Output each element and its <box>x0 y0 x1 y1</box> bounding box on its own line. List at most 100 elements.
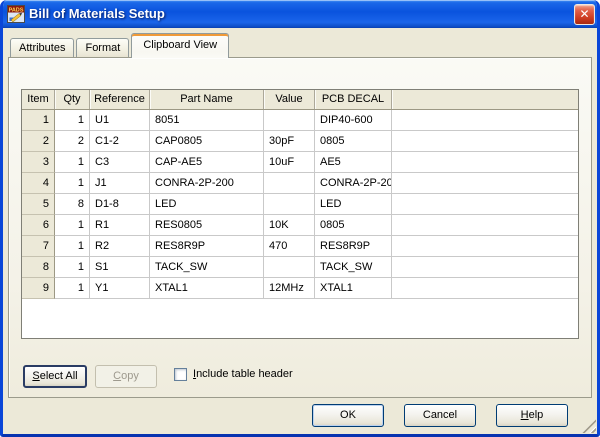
qty-cell: 1 <box>55 236 90 257</box>
table-row[interactable]: 7 1 R2 RES8R9P 470 RES8R9P <box>22 236 578 257</box>
reference-cell: J1 <box>90 173 150 194</box>
reference-cell: S1 <box>90 257 150 278</box>
row-number-cell: 3 <box>22 152 55 173</box>
row-number-cell: 4 <box>22 173 55 194</box>
filler-cell <box>392 257 578 278</box>
pcb-decal-cell: XTAL1 <box>315 278 392 299</box>
qty-cell: 2 <box>55 131 90 152</box>
qty-cell: 1 <box>55 173 90 194</box>
value-cell: 470 <box>264 236 315 257</box>
value-cell: 10K <box>264 215 315 236</box>
pcb-decal-cell: DIP40-600 <box>315 110 392 131</box>
tab-strip: Attributes Format Clipboard View <box>10 33 231 58</box>
part-name-cell: TACK_SW <box>150 257 264 278</box>
part-name-cell: 8051 <box>150 110 264 131</box>
table-row[interactable]: 1 1 U1 8051 DIP40-600 <box>22 110 578 131</box>
column-header-filler <box>392 90 578 109</box>
value-cell <box>264 110 315 131</box>
pcb-decal-cell: TACK_SW <box>315 257 392 278</box>
titlebar[interactable]: PADS Bill of Materials Setup ✕ <box>0 0 600 28</box>
table-row[interactable]: 5 8 D1-8 LED LED <box>22 194 578 215</box>
pcb-decal-cell: LED <box>315 194 392 215</box>
include-table-header-label: Include table header <box>193 368 293 381</box>
row-data: 1 S1 TACK_SW TACK_SW <box>55 257 578 278</box>
table-row[interactable]: 6 1 R1 RES0805 10K 0805 <box>22 215 578 236</box>
row-selection: 1 U1 8051 DIP40-600 <box>55 110 578 131</box>
tab-clipboard-view[interactable]: Clipboard View <box>131 33 229 58</box>
row-data: 2 C1-2 CAP0805 30pF 0805 <box>55 131 578 152</box>
column-header-value: Value <box>264 90 315 109</box>
table-row[interactable]: 4 1 J1 CONRA-2P-200 CONRA-2P-200 <box>22 173 578 194</box>
pcb-decal-cell: 0805 <box>315 131 392 152</box>
reference-cell: R1 <box>90 215 150 236</box>
row-data: 1 Y1 XTAL1 12MHz XTAL1 <box>55 278 578 299</box>
value-cell <box>264 257 315 278</box>
ok-button[interactable]: OK <box>312 404 384 427</box>
row-data: 1 J1 CONRA-2P-200 CONRA-2P-200 <box>55 173 578 194</box>
reference-cell: Y1 <box>90 278 150 299</box>
table-row[interactable]: 8 1 S1 TACK_SW TACK_SW <box>22 257 578 278</box>
filler-cell <box>392 236 578 257</box>
column-header-reference: Reference <box>90 90 150 109</box>
reference-cell: U1 <box>90 110 150 131</box>
column-header-qty: Qty <box>55 90 90 109</box>
row-number-cell: 2 <box>22 131 55 152</box>
help-button[interactable]: Help <box>496 404 568 427</box>
filler-cell <box>392 173 578 194</box>
pcb-decal-cell: AE5 <box>315 152 392 173</box>
table-row[interactable]: 3 1 C3 CAP-AE5 10uF AE5 <box>22 152 578 173</box>
column-header-pcb-decal: PCB DECAL <box>315 90 392 109</box>
row-number-cell: 9 <box>22 278 55 299</box>
row-number-cell: 7 <box>22 236 55 257</box>
row-number-cell: 5 <box>22 194 55 215</box>
resize-grip[interactable] <box>582 419 596 433</box>
part-name-cell: RES0805 <box>150 215 264 236</box>
filler-cell <box>392 110 578 131</box>
reference-cell: C1-2 <box>90 131 150 152</box>
pads-logo-text: PADS <box>9 7 24 13</box>
window-title: Bill of Materials Setup <box>29 0 574 28</box>
value-cell <box>264 173 315 194</box>
row-data: 1 C3 CAP-AE5 10uF AE5 <box>55 152 578 173</box>
tab-attributes[interactable]: Attributes <box>10 38 74 57</box>
qty-cell: 1 <box>55 278 90 299</box>
tab-format[interactable]: Format <box>76 38 129 57</box>
qty-cell: 1 <box>55 257 90 278</box>
table-row[interactable]: 2 2 C1-2 CAP0805 30pF 0805 <box>22 131 578 152</box>
row-number-cell: 8 <box>22 257 55 278</box>
close-button[interactable]: ✕ <box>574 4 595 25</box>
qty-cell: 1 <box>55 215 90 236</box>
bom-table[interactable]: Item Qty Reference Part Name Value PCB D… <box>21 89 579 339</box>
reference-cell: D1-8 <box>90 194 150 215</box>
cancel-button[interactable]: Cancel <box>404 404 476 427</box>
cancel-label: Cancel <box>405 405 475 426</box>
filler-cell <box>392 131 578 152</box>
part-name-cell: CONRA-2P-200 <box>150 173 264 194</box>
part-name-cell: CAP0805 <box>150 131 264 152</box>
filler-cell <box>392 152 578 173</box>
include-table-header-option: Include table header <box>174 368 293 381</box>
include-table-header-checkbox[interactable] <box>174 368 187 381</box>
table-row[interactable]: 9 1 Y1 XTAL1 12MHz XTAL1 <box>22 278 578 299</box>
row-data: 1 R1 RES0805 10K 0805 <box>55 215 578 236</box>
pads-logo-icon: PADS <box>7 5 25 23</box>
pcb-decal-cell: 0805 <box>315 215 392 236</box>
clipboard-view-panel: Item Qty Reference Part Name Value PCB D… <box>8 57 592 398</box>
table-header-row: Item Qty Reference Part Name Value PCB D… <box>22 90 578 110</box>
column-header-part-name: Part Name <box>150 90 264 109</box>
select-all-button[interactable]: Select All <box>23 365 87 388</box>
value-cell: 12MHz <box>264 278 315 299</box>
part-name-cell: CAP-AE5 <box>150 152 264 173</box>
value-cell <box>264 194 315 215</box>
copy-label: Copy <box>96 366 156 387</box>
qty-cell: 8 <box>55 194 90 215</box>
filler-cell <box>392 215 578 236</box>
pcb-decal-cell: CONRA-2P-200 <box>315 173 392 194</box>
qty-cell: 1 <box>55 152 90 173</box>
copy-button[interactable]: Copy <box>95 365 157 388</box>
value-cell: 10uF <box>264 152 315 173</box>
filler-cell <box>392 278 578 299</box>
part-name-cell: LED <box>150 194 264 215</box>
filler-cell <box>392 194 578 215</box>
close-icon: ✕ <box>579 7 589 21</box>
